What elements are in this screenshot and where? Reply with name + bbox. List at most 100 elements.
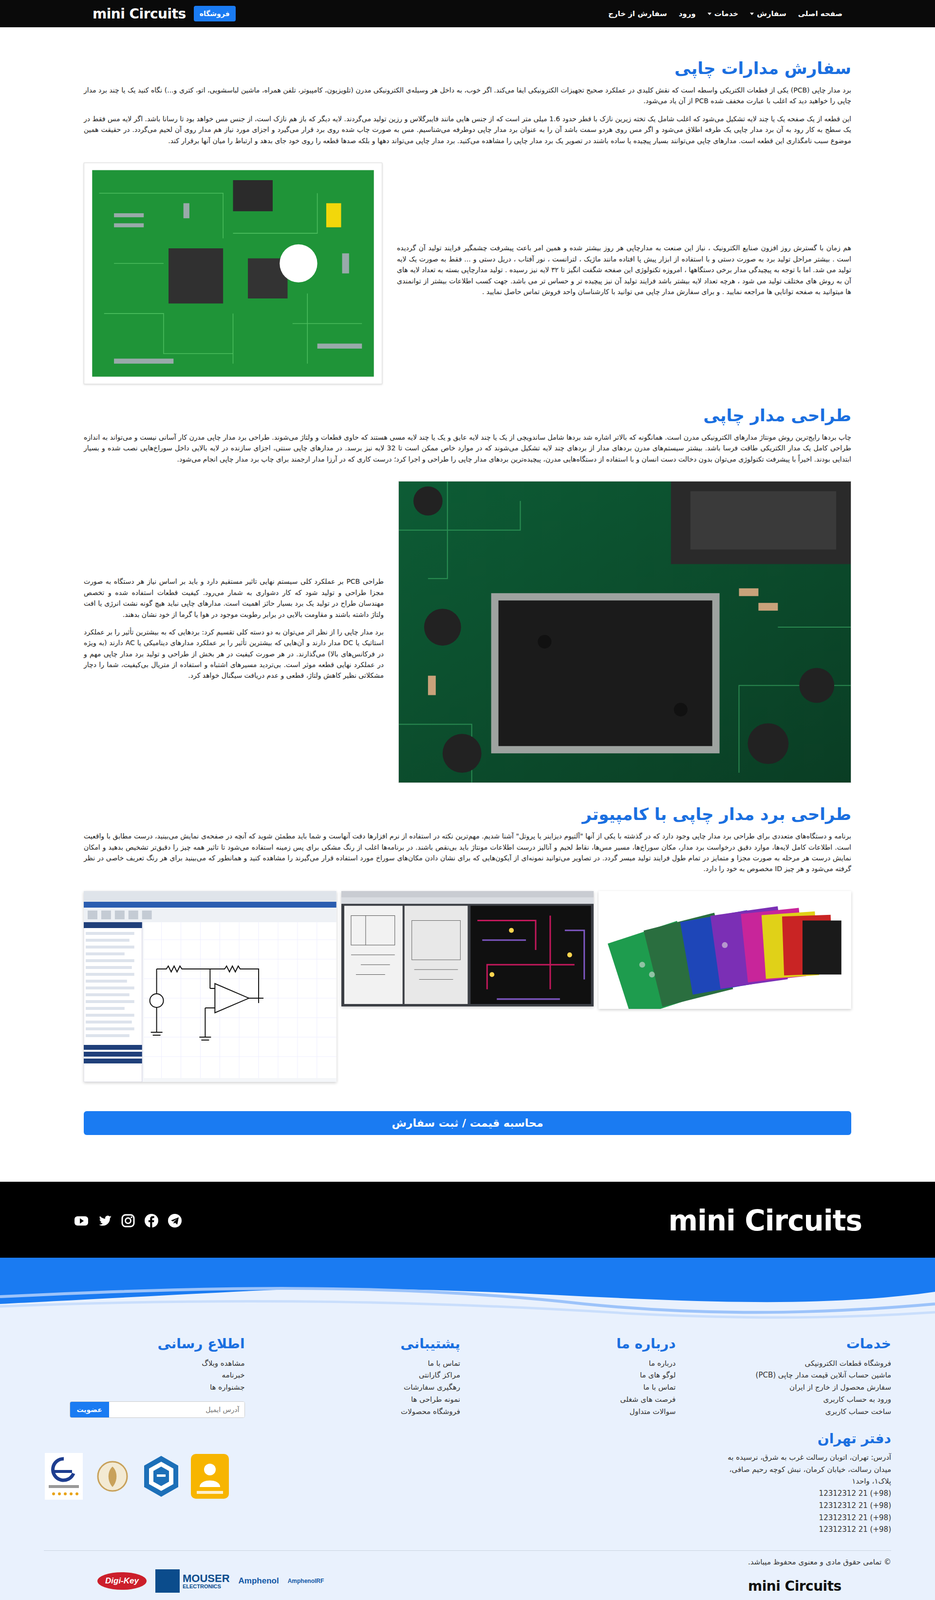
footer-columns: خدماتفروشگاه قطعات الکترونیکیماشین حساب …: [43, 1335, 892, 1419]
samandehi-badge-icon[interactable]: [189, 1452, 230, 1501]
footer-link[interactable]: مراکز گارانتی: [259, 1369, 461, 1382]
mouser-mark-icon: [155, 1569, 180, 1593]
nav-item[interactable]: سفارش از خارج: [608, 9, 668, 19]
graphic-part: [690, 491, 837, 550]
graphic-part: [83, 891, 337, 902]
graphic-part: [104, 313, 234, 354]
footer-link[interactable]: تماس با ما: [474, 1381, 676, 1394]
graphic-part: [142, 910, 152, 920]
graphic-part: [43, 1452, 84, 1501]
graphic-part: [482, 939, 526, 941]
e-namad-hexagon-icon[interactable]: [141, 1452, 182, 1501]
telegram-icon[interactable]: [166, 1212, 184, 1230]
instagram-icon[interactable]: [119, 1212, 137, 1230]
graphic-part: [74, 1216, 89, 1226]
graphic-part: [99, 193, 363, 364]
phone-number[interactable]: (98+) 21 12312312: [715, 1523, 892, 1536]
graphic-part: [83, 907, 337, 923]
nav-label[interactable]: خدمات: [714, 9, 739, 19]
shop-button[interactable]: فروشگاه: [193, 5, 236, 22]
caret-icon[interactable]: [707, 12, 712, 16]
partner-logo[interactable]: Digi-Key: [97, 1572, 147, 1590]
nav-label[interactable]: ورود: [678, 9, 696, 19]
nav-item[interactable]: سفارش: [749, 9, 787, 19]
enamad-badge-icon[interactable]: [43, 1452, 84, 1501]
footer-top-inner: mini Circuits: [73, 1204, 862, 1238]
graphic-part: [351, 915, 395, 946]
footer-link[interactable]: ماشین حساب آنلاین قیمت مدار چاپی (PCB): [690, 1369, 892, 1382]
phone-number[interactable]: (98+) 21 12312312: [715, 1512, 892, 1525]
graphic-part: [214, 983, 249, 1013]
footer-container: خدماتفروشگاه قطعات الکترونیکیماشین حساب …: [43, 1335, 892, 1595]
footer-link[interactable]: فروشگاه قطعات الکترونیکی: [690, 1357, 892, 1370]
section-paragraph: این قطعه از یک صفحه یک یا چند لایه تشکیل…: [83, 113, 852, 147]
page: صفحه اصلی سفارش خدمات ورود سفارش از خارج فروش…: [0, 0, 935, 1600]
graphic-part: [344, 905, 403, 1005]
subscribe-button[interactable]: عضویت: [70, 1402, 110, 1418]
graphic-part: [73, 1212, 90, 1230]
graphic-part: [85, 952, 125, 956]
partner-logo[interactable]: MOUSERELECTRONICS: [155, 1569, 230, 1593]
footer-logo[interactable]: mini Circuits: [668, 1204, 862, 1238]
facebook-icon[interactable]: [143, 1212, 160, 1230]
footer-column: درباره مادرباره مالوگو های ماتماس با ماف…: [474, 1335, 676, 1419]
footer-link[interactable]: فرصت های شغلی: [474, 1393, 676, 1406]
twitter-icon[interactable]: [96, 1212, 113, 1230]
graphic-part: [607, 906, 842, 1010]
footer-link[interactable]: لوگو های ما: [474, 1369, 676, 1382]
graphic-part: [470, 905, 591, 1005]
graphic-part: [101, 910, 112, 920]
footer-link[interactable]: خبرنامه: [43, 1369, 245, 1382]
graphic-part: [85, 1027, 135, 1031]
graphic-part: [44, 1453, 83, 1500]
caret-icon[interactable]: [749, 12, 754, 16]
partner-logo[interactable]: Amphenol: [238, 1576, 280, 1587]
phone-number[interactable]: (98+) 21 12312312: [715, 1487, 892, 1500]
graphic-part: [92, 1452, 133, 1501]
graphic-part: [306, 293, 308, 364]
footer-link[interactable]: سفارش محصول از خارج از ایران: [690, 1381, 892, 1394]
phone-number[interactable]: (98+) 21 12312312: [715, 1499, 892, 1513]
footer-link[interactable]: مشاهده وبلاگ: [43, 1357, 245, 1370]
media-row: طراحی PCB بر عملکرد کلی سیستم نهایی تاثی…: [83, 481, 852, 784]
mouser-sub: ELECTRONICS: [182, 1584, 230, 1590]
footer-link[interactable]: ورود به حساب کاربری: [690, 1393, 892, 1406]
nav-item[interactable]: خدمات: [707, 9, 739, 19]
bottom-logo[interactable]: mini Circuits: [748, 1578, 892, 1595]
graphic-part: [83, 891, 337, 1083]
footer-link[interactable]: درباره ما: [474, 1357, 676, 1370]
footer-link[interactable]: جشنواره ها: [43, 1381, 245, 1394]
graphic-part: [84, 163, 382, 384]
copyright-block: © تمامی حقوق مادی و معنوی محفوظ میباشد.m…: [748, 1557, 892, 1595]
graphic-part: [54, 1470, 73, 1474]
site-logo[interactable]: mini Circuits: [92, 5, 187, 22]
graphic-part: [83, 1045, 143, 1050]
footer-column: پشتیبانیتماس با مامراکز گارانتیرهگیری سف…: [259, 1335, 461, 1419]
email-input[interactable]: [109, 1402, 245, 1418]
graphic-part: [738, 588, 759, 597]
section-title: سفارش مدارات چاپی: [83, 58, 852, 78]
footer-link[interactable]: نمونه طراحی ها: [259, 1393, 461, 1406]
youtube-icon[interactable]: [73, 1212, 90, 1230]
footer-link[interactable]: ساخت حساب کاربری: [690, 1405, 892, 1419]
emblem-badge-icon[interactable]: [92, 1452, 133, 1501]
graphic-part: [149, 993, 164, 1008]
graphic-part: [113, 262, 164, 264]
footer-link[interactable]: فروشگاه محصولات: [259, 1405, 461, 1419]
nav-item[interactable]: صفحه اصلی: [798, 9, 843, 19]
side-text: طراحی PCB بر عملکرد کلی سیستم نهایی تاثی…: [83, 576, 384, 689]
nav-item[interactable]: ورود: [678, 9, 696, 19]
order-button[interactable]: محاسبه قیمت / ثبت سفارش: [83, 1111, 852, 1136]
footer-main: خدماتفروشگاه قطعات الکترونیکیماشین حساب …: [0, 1324, 935, 1600]
partner-logo[interactable]: AmphenolRF: [287, 1577, 325, 1585]
footer-link[interactable]: تماس با ما: [259, 1357, 461, 1370]
footer-link[interactable]: رهگیری سفارشات: [259, 1381, 461, 1394]
graphic-part: [85, 993, 130, 997]
nav-label[interactable]: سفارش از خارج: [608, 9, 668, 19]
nav-label[interactable]: سفارش: [756, 9, 787, 19]
section-paragraph: برد مدار چاپی (PCB) یکی از قطعات الکتریک…: [83, 84, 852, 107]
footer-link[interactable]: سوالات متداول: [474, 1405, 676, 1419]
graphic-part: [148, 1215, 155, 1228]
nav-label[interactable]: صفحه اصلی: [798, 9, 843, 19]
graphic-part: [564, 930, 584, 980]
